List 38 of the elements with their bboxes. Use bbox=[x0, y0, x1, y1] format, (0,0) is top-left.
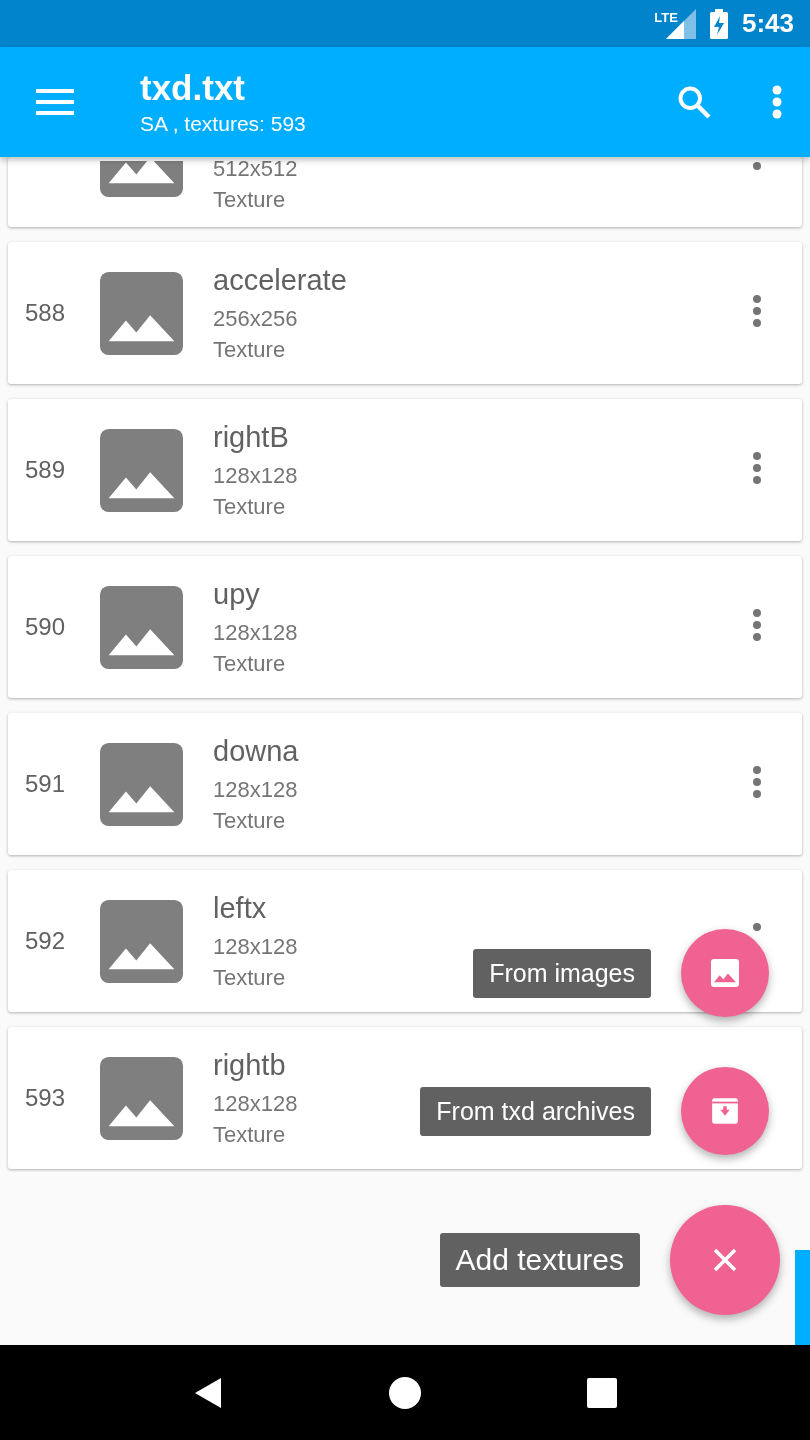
texture-card[interactable]: 591 downa 128x128 Texture bbox=[8, 713, 802, 855]
action-label: From txd archives bbox=[420, 1086, 651, 1136]
texture-card[interactable]: 590 upy 128x128 Texture bbox=[8, 556, 802, 698]
app-subtitle: SA , textures: 593 bbox=[140, 112, 307, 136]
texture-name: accelerate bbox=[213, 263, 347, 297]
texture-type: Texture bbox=[213, 1121, 286, 1148]
texture-type: Texture bbox=[213, 336, 286, 363]
texture-number: 590 bbox=[25, 613, 67, 641]
clock: 5:43 bbox=[741, 8, 794, 39]
texture-size: 128x128 bbox=[213, 1090, 298, 1117]
texture-number: 591 bbox=[25, 770, 67, 798]
texture-card[interactable]: 512x512 Texture bbox=[8, 157, 802, 227]
texture-number: 593 bbox=[25, 1084, 67, 1112]
texture-size: 256x256 bbox=[213, 305, 298, 332]
app-title: txd.txt bbox=[140, 68, 246, 108]
texture-size: 128x128 bbox=[213, 933, 298, 960]
texture-name: upy bbox=[213, 577, 260, 611]
texture-name: rightB bbox=[213, 420, 289, 454]
texture-card[interactable]: 589 rightB 128x128 Texture bbox=[8, 399, 802, 541]
action-label: Add textures bbox=[439, 1233, 640, 1287]
texture-card[interactable]: 588 accelerate 256x256 Texture bbox=[8, 242, 802, 384]
texture-number: 592 bbox=[25, 927, 67, 955]
texture-type: Texture bbox=[213, 493, 286, 520]
texture-name: rightb bbox=[213, 1048, 286, 1082]
texture-type: Texture bbox=[213, 650, 286, 677]
network-type: LTE bbox=[654, 10, 678, 25]
action-label: From images bbox=[473, 948, 651, 998]
texture-name: downa bbox=[213, 734, 299, 768]
texture-size: 128x128 bbox=[213, 776, 298, 803]
texture-number: 588 bbox=[25, 299, 67, 327]
texture-type: Texture bbox=[213, 187, 286, 213]
texture-type: Texture bbox=[213, 964, 286, 991]
texture-size: 512x512 bbox=[213, 157, 298, 182]
texture-name: leftx bbox=[213, 891, 267, 925]
texture-number: 589 bbox=[25, 456, 67, 484]
texture-size: 128x128 bbox=[213, 462, 298, 489]
texture-type: Texture bbox=[213, 807, 286, 834]
texture-size: 128x128 bbox=[213, 619, 298, 646]
